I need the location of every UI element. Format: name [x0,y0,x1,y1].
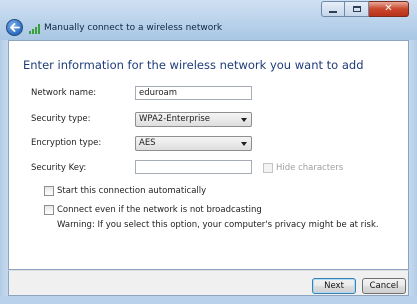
network-name-input[interactable]: eduroam [135,86,252,100]
back-arrow-icon [10,23,20,32]
next-button[interactable]: Next [312,278,356,294]
hide-characters-label: Hide characters [276,163,344,173]
wireless-signal-icon [29,24,40,34]
window-title: Manually connect to a wireless network [44,23,223,33]
back-button[interactable] [6,19,23,36]
content-area [8,40,409,270]
security-type-label: Security type: [31,114,91,124]
window-frame-bottom [0,296,417,304]
encryption-type-value: AES [139,138,156,148]
page-heading: Enter information for the wireless netwo… [23,58,364,72]
close-icon: ✕ [384,3,393,14]
minimize-icon [329,10,337,13]
chevron-down-icon [241,142,247,146]
privacy-warning-text: Warning: If you select this option, your… [57,220,379,230]
chevron-down-icon [241,118,247,122]
window-frame-right [409,40,417,304]
security-type-value: WPA2-Enterprise [139,114,211,124]
security-type-select[interactable]: WPA2-Enterprise [135,112,252,127]
start-automatically-label: Start this connection automatically [57,186,207,196]
encryption-type-select[interactable]: AES [135,136,252,151]
window-controls: ✕ [321,1,409,17]
security-key-input[interactable] [135,160,252,174]
window-frame-left [0,40,8,304]
security-key-label: Security Key: [31,163,87,173]
connect-not-broadcasting-label: Connect even if the network is not broad… [57,205,262,215]
encryption-type-label: Encryption type: [31,138,102,148]
network-name-label: Network name: [31,88,97,98]
connect-not-broadcasting-checkbox[interactable] [44,205,54,215]
maximize-icon [352,6,361,12]
start-automatically-checkbox[interactable] [44,186,54,196]
hide-characters-checkbox[interactable] [263,163,273,173]
minimize-button[interactable] [321,1,345,17]
cancel-button[interactable]: Cancel [362,278,406,294]
maximize-button[interactable] [345,1,369,17]
close-button[interactable]: ✕ [369,1,409,17]
